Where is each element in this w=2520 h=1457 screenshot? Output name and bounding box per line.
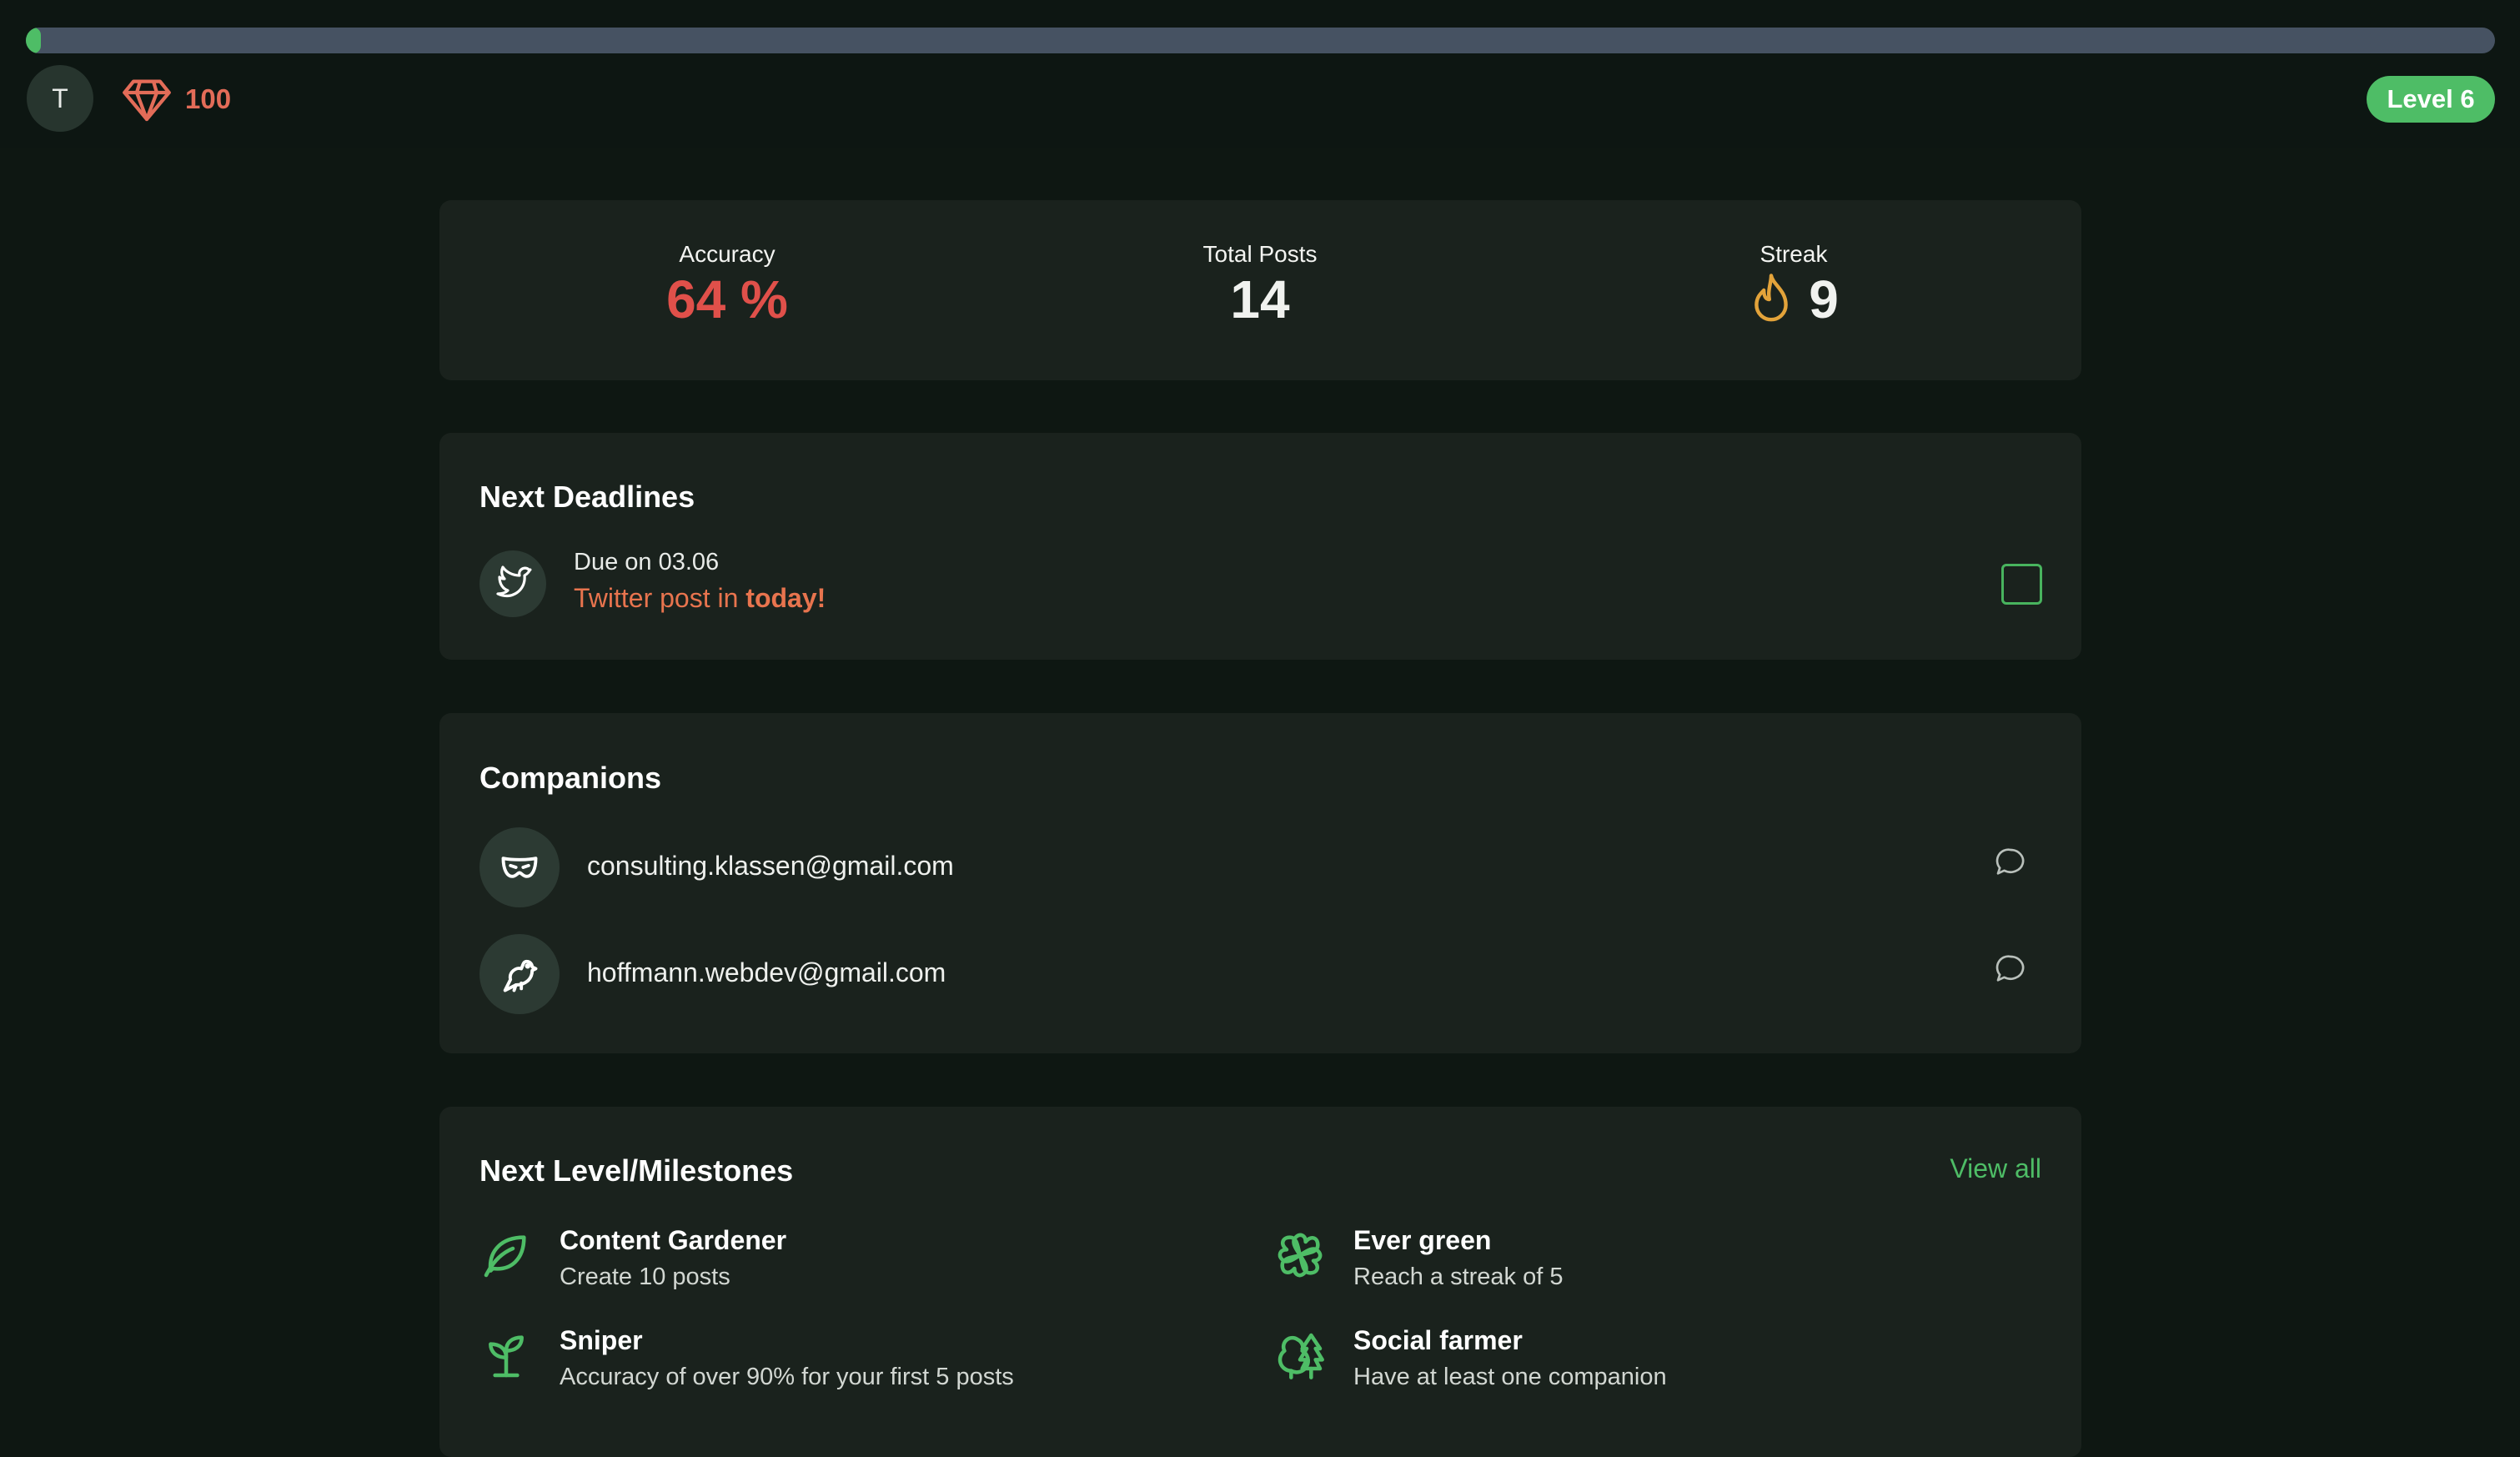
- view-all-link[interactable]: View all: [1950, 1153, 2041, 1184]
- avatar-initial: T: [52, 83, 68, 113]
- chat-button[interactable]: [1990, 949, 2031, 989]
- milestone-title: Ever green: [1353, 1225, 1492, 1255]
- companions-title: Companions: [479, 761, 662, 795]
- milestone-item: Content Gardener Create 10 posts: [479, 1225, 1230, 1300]
- leaf-icon: [484, 1235, 526, 1278]
- streak-value: 9: [1809, 269, 1839, 329]
- accuracy-stat: Accuracy 64 %: [560, 240, 894, 329]
- total-posts-value: 14: [1230, 269, 1290, 329]
- milestone-desc: Reach a streak of 5: [1353, 1264, 1564, 1290]
- deadlines-title: Next Deadlines: [479, 480, 695, 514]
- milestone-item: Sniper Accuracy of over 90% for your fir…: [479, 1325, 1230, 1400]
- companion-avatar: [479, 934, 560, 1014]
- streak-label: Streak: [1759, 241, 1828, 267]
- twitter-icon: [496, 565, 532, 598]
- deadline-task-emphasis: today!: [745, 583, 826, 613]
- bird-icon: [503, 959, 538, 992]
- milestone-desc: Create 10 posts: [560, 1264, 730, 1290]
- companions-card: Companions consulting.klassen@gmail.com …: [439, 713, 2081, 1053]
- accuracy-label: Accuracy: [679, 241, 776, 267]
- deadline-task-text: Twitter post in: [574, 583, 746, 613]
- gem-count: 100: [185, 83, 232, 114]
- deadline-task: Twitter post in today!: [574, 583, 826, 614]
- twitter-icon-badge: [479, 550, 546, 617]
- milestones-card: Next Level/Milestones View all Content G…: [439, 1107, 2081, 1457]
- level-progress-fill: [26, 28, 41, 53]
- stats-card: Accuracy 64 % Total Posts 14 Streak 9: [439, 200, 2081, 380]
- total-posts-label: Total Posts: [1202, 241, 1318, 267]
- total-posts-stat: Total Posts 14: [1093, 240, 1427, 329]
- accuracy-value: 64 %: [666, 269, 788, 329]
- deadline-date: Due on 03.06: [574, 549, 720, 575]
- level-badge: Level 6: [2367, 76, 2495, 123]
- milestone-desc: Accuracy of over 90% for your first 5 po…: [560, 1364, 1014, 1390]
- companion-email: hoffmann.webdev@gmail.com: [587, 957, 946, 987]
- streak-stat: Streak 9: [1627, 240, 1960, 329]
- milestone-title: Sniper: [560, 1325, 643, 1355]
- companion-email: consulting.klassen@gmail.com: [587, 851, 954, 881]
- chat-button[interactable]: [1990, 842, 2031, 882]
- milestones-title: Next Level/Milestones: [479, 1153, 794, 1188]
- streak-value-row: 9: [1627, 270, 1960, 329]
- avatar[interactable]: T: [27, 65, 93, 132]
- milestone-title: Social farmer: [1353, 1325, 1523, 1355]
- gem-balance: 100: [120, 73, 231, 126]
- milestone-title: Content Gardener: [560, 1225, 787, 1255]
- milestone-desc: Have at least one companion: [1353, 1364, 1667, 1390]
- companion-avatar: [479, 827, 560, 907]
- top-bar: T 100 Level 6: [0, 0, 2520, 148]
- diamond-icon: [123, 79, 171, 122]
- chat-bubble-icon: [1995, 955, 2025, 982]
- level-progress-bar: [26, 28, 2495, 53]
- milestone-item: Ever green Reach a streak of 5: [1273, 1225, 2024, 1300]
- sprout-icon: [489, 1335, 524, 1378]
- flame-icon: [1754, 274, 1789, 322]
- deadline-done-checkbox[interactable]: [2001, 564, 2042, 605]
- chat-bubble-icon: [1995, 848, 2025, 875]
- milestone-item: Social farmer Have at least one companio…: [1273, 1325, 2024, 1400]
- deadlines-card: Next Deadlines Due on 03.06 Twitter post…: [439, 433, 2081, 660]
- clover-icon: [1278, 1233, 1323, 1278]
- trees-icon: [1278, 1333, 1324, 1379]
- mask-icon: [501, 857, 538, 878]
